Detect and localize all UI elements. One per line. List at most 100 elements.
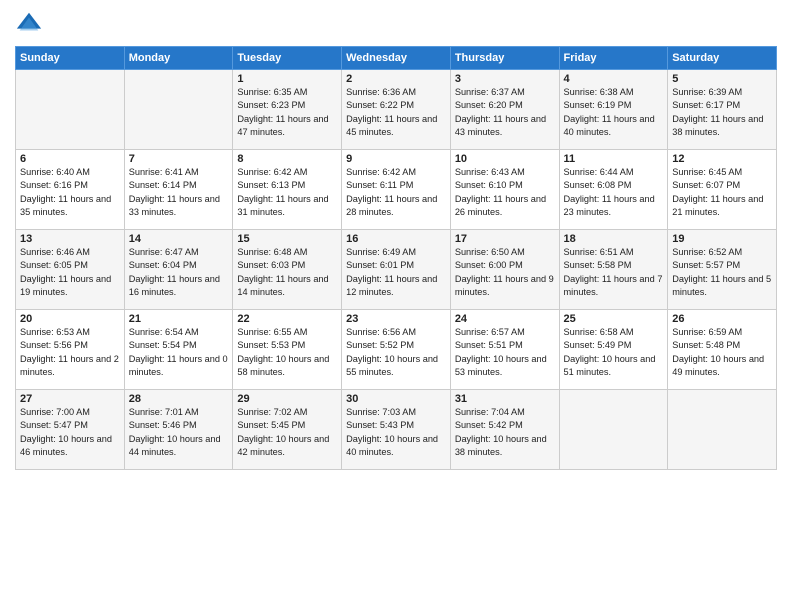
cell-5-1: 27Sunrise: 7:00 AMSunset: 5:47 PMDayligh…	[16, 390, 125, 470]
day-number: 10	[455, 153, 555, 165]
cell-4-3: 22Sunrise: 6:55 AMSunset: 5:53 PMDayligh…	[233, 310, 342, 390]
day-number: 31	[455, 393, 555, 405]
col-header-monday: Monday	[124, 47, 233, 70]
page: SundayMondayTuesdayWednesdayThursdayFrid…	[0, 0, 792, 612]
day-number: 12	[672, 153, 772, 165]
day-number: 25	[564, 313, 664, 325]
day-info: Sunrise: 6:44 AMSunset: 6:08 PMDaylight:…	[564, 166, 664, 219]
day-number: 13	[20, 233, 120, 245]
cell-1-5: 3Sunrise: 6:37 AMSunset: 6:20 PMDaylight…	[450, 70, 559, 150]
day-number: 27	[20, 393, 120, 405]
logo-icon	[15, 10, 43, 38]
day-number: 11	[564, 153, 664, 165]
col-header-wednesday: Wednesday	[342, 47, 451, 70]
cell-2-3: 8Sunrise: 6:42 AMSunset: 6:13 PMDaylight…	[233, 150, 342, 230]
day-info: Sunrise: 6:54 AMSunset: 5:54 PMDaylight:…	[129, 326, 229, 379]
day-number: 2	[346, 73, 446, 85]
day-info: Sunrise: 6:42 AMSunset: 6:13 PMDaylight:…	[237, 166, 337, 219]
day-info: Sunrise: 7:04 AMSunset: 5:42 PMDaylight:…	[455, 406, 555, 459]
cell-3-1: 13Sunrise: 6:46 AMSunset: 6:05 PMDayligh…	[16, 230, 125, 310]
cell-3-4: 16Sunrise: 6:49 AMSunset: 6:01 PMDayligh…	[342, 230, 451, 310]
cell-1-7: 5Sunrise: 6:39 AMSunset: 6:17 PMDaylight…	[668, 70, 777, 150]
day-info: Sunrise: 6:52 AMSunset: 5:57 PMDaylight:…	[672, 246, 772, 299]
cell-4-4: 23Sunrise: 6:56 AMSunset: 5:52 PMDayligh…	[342, 310, 451, 390]
cell-3-5: 17Sunrise: 6:50 AMSunset: 6:00 PMDayligh…	[450, 230, 559, 310]
day-number: 17	[455, 233, 555, 245]
week-row-1: 1Sunrise: 6:35 AMSunset: 6:23 PMDaylight…	[16, 70, 777, 150]
day-info: Sunrise: 6:49 AMSunset: 6:01 PMDaylight:…	[346, 246, 446, 299]
day-number: 29	[237, 393, 337, 405]
cell-4-2: 21Sunrise: 6:54 AMSunset: 5:54 PMDayligh…	[124, 310, 233, 390]
day-number: 18	[564, 233, 664, 245]
cell-5-4: 30Sunrise: 7:03 AMSunset: 5:43 PMDayligh…	[342, 390, 451, 470]
col-header-sunday: Sunday	[16, 47, 125, 70]
day-number: 19	[672, 233, 772, 245]
col-header-thursday: Thursday	[450, 47, 559, 70]
day-info: Sunrise: 6:47 AMSunset: 6:04 PMDaylight:…	[129, 246, 229, 299]
day-info: Sunrise: 6:50 AMSunset: 6:00 PMDaylight:…	[455, 246, 555, 299]
day-info: Sunrise: 6:55 AMSunset: 5:53 PMDaylight:…	[237, 326, 337, 379]
day-info: Sunrise: 6:43 AMSunset: 6:10 PMDaylight:…	[455, 166, 555, 219]
cell-3-3: 15Sunrise: 6:48 AMSunset: 6:03 PMDayligh…	[233, 230, 342, 310]
day-number: 16	[346, 233, 446, 245]
day-info: Sunrise: 7:03 AMSunset: 5:43 PMDaylight:…	[346, 406, 446, 459]
day-info: Sunrise: 7:02 AMSunset: 5:45 PMDaylight:…	[237, 406, 337, 459]
day-info: Sunrise: 6:53 AMSunset: 5:56 PMDaylight:…	[20, 326, 120, 379]
cell-5-7	[668, 390, 777, 470]
day-number: 21	[129, 313, 229, 325]
day-number: 28	[129, 393, 229, 405]
day-info: Sunrise: 6:57 AMSunset: 5:51 PMDaylight:…	[455, 326, 555, 379]
cell-3-6: 18Sunrise: 6:51 AMSunset: 5:58 PMDayligh…	[559, 230, 668, 310]
day-info: Sunrise: 6:46 AMSunset: 6:05 PMDaylight:…	[20, 246, 120, 299]
day-info: Sunrise: 6:35 AMSunset: 6:23 PMDaylight:…	[237, 86, 337, 139]
week-row-2: 6Sunrise: 6:40 AMSunset: 6:16 PMDaylight…	[16, 150, 777, 230]
cell-5-2: 28Sunrise: 7:01 AMSunset: 5:46 PMDayligh…	[124, 390, 233, 470]
day-number: 30	[346, 393, 446, 405]
col-header-saturday: Saturday	[668, 47, 777, 70]
cell-4-7: 26Sunrise: 6:59 AMSunset: 5:48 PMDayligh…	[668, 310, 777, 390]
cell-4-6: 25Sunrise: 6:58 AMSunset: 5:49 PMDayligh…	[559, 310, 668, 390]
cell-1-6: 4Sunrise: 6:38 AMSunset: 6:19 PMDaylight…	[559, 70, 668, 150]
col-header-tuesday: Tuesday	[233, 47, 342, 70]
cell-3-2: 14Sunrise: 6:47 AMSunset: 6:04 PMDayligh…	[124, 230, 233, 310]
day-number: 20	[20, 313, 120, 325]
day-number: 15	[237, 233, 337, 245]
cell-3-7: 19Sunrise: 6:52 AMSunset: 5:57 PMDayligh…	[668, 230, 777, 310]
calendar-table: SundayMondayTuesdayWednesdayThursdayFrid…	[15, 46, 777, 470]
day-info: Sunrise: 6:45 AMSunset: 6:07 PMDaylight:…	[672, 166, 772, 219]
day-number: 9	[346, 153, 446, 165]
cell-1-4: 2Sunrise: 6:36 AMSunset: 6:22 PMDaylight…	[342, 70, 451, 150]
cell-2-6: 11Sunrise: 6:44 AMSunset: 6:08 PMDayligh…	[559, 150, 668, 230]
cell-2-1: 6Sunrise: 6:40 AMSunset: 6:16 PMDaylight…	[16, 150, 125, 230]
cell-1-3: 1Sunrise: 6:35 AMSunset: 6:23 PMDaylight…	[233, 70, 342, 150]
cell-2-2: 7Sunrise: 6:41 AMSunset: 6:14 PMDaylight…	[124, 150, 233, 230]
day-info: Sunrise: 6:36 AMSunset: 6:22 PMDaylight:…	[346, 86, 446, 139]
day-info: Sunrise: 6:48 AMSunset: 6:03 PMDaylight:…	[237, 246, 337, 299]
day-info: Sunrise: 6:37 AMSunset: 6:20 PMDaylight:…	[455, 86, 555, 139]
week-row-5: 27Sunrise: 7:00 AMSunset: 5:47 PMDayligh…	[16, 390, 777, 470]
col-header-friday: Friday	[559, 47, 668, 70]
day-info: Sunrise: 6:58 AMSunset: 5:49 PMDaylight:…	[564, 326, 664, 379]
cell-2-4: 9Sunrise: 6:42 AMSunset: 6:11 PMDaylight…	[342, 150, 451, 230]
cell-4-1: 20Sunrise: 6:53 AMSunset: 5:56 PMDayligh…	[16, 310, 125, 390]
day-number: 23	[346, 313, 446, 325]
day-number: 4	[564, 73, 664, 85]
day-info: Sunrise: 7:00 AMSunset: 5:47 PMDaylight:…	[20, 406, 120, 459]
logo	[15, 10, 47, 38]
day-number: 3	[455, 73, 555, 85]
cell-5-6	[559, 390, 668, 470]
day-number: 8	[237, 153, 337, 165]
day-info: Sunrise: 6:40 AMSunset: 6:16 PMDaylight:…	[20, 166, 120, 219]
day-info: Sunrise: 6:56 AMSunset: 5:52 PMDaylight:…	[346, 326, 446, 379]
week-row-4: 20Sunrise: 6:53 AMSunset: 5:56 PMDayligh…	[16, 310, 777, 390]
day-info: Sunrise: 6:41 AMSunset: 6:14 PMDaylight:…	[129, 166, 229, 219]
cell-1-1	[16, 70, 125, 150]
day-info: Sunrise: 6:38 AMSunset: 6:19 PMDaylight:…	[564, 86, 664, 139]
day-number: 26	[672, 313, 772, 325]
day-info: Sunrise: 6:59 AMSunset: 5:48 PMDaylight:…	[672, 326, 772, 379]
day-info: Sunrise: 6:51 AMSunset: 5:58 PMDaylight:…	[564, 246, 664, 299]
day-number: 14	[129, 233, 229, 245]
header	[15, 10, 777, 38]
day-info: Sunrise: 7:01 AMSunset: 5:46 PMDaylight:…	[129, 406, 229, 459]
day-number: 22	[237, 313, 337, 325]
